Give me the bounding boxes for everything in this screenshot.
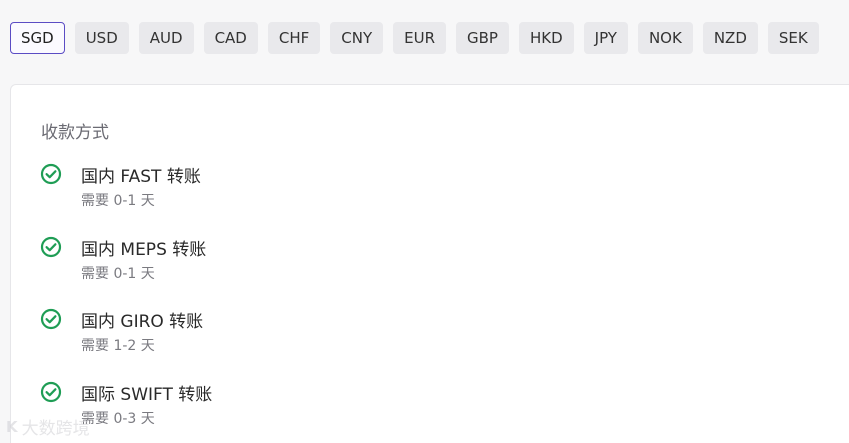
currency-tab-nok[interactable]: NOK [637,22,693,54]
currency-tab-sgd[interactable]: SGD [10,22,65,54]
currency-tab-nzd[interactable]: NZD [702,22,758,54]
currency-tab-aud[interactable]: AUD [138,22,194,54]
section-title: 收款方式 [41,123,109,143]
currency-tab-usd[interactable]: USD [74,22,129,54]
watermark-logo-icon: K [6,417,18,436]
payment-method-name: 国际 SWIFT 转账 [81,385,213,405]
currency-tab-eur[interactable]: EUR [393,22,446,54]
currency-tab-gbp[interactable]: GBP [456,22,509,54]
check-circle-icon [40,381,62,403]
watermark: K 大数跨境 [6,414,90,440]
payment-method-duration: 需要 0-1 天 [81,266,155,282]
payment-method-name: 国内 MEPS 转账 [81,240,207,260]
watermark-text: 大数跨境 [21,419,90,439]
payment-method-duration: 需要 0-1 天 [81,193,155,209]
check-circle-icon [40,236,62,258]
currency-tab-jpy[interactable]: JPY [583,22,628,54]
currency-tab-cad[interactable]: CAD [203,22,258,54]
check-circle-icon [40,308,62,330]
payment-method-duration: 需要 0-3 天 [81,411,155,427]
payment-method-duration: 需要 1-2 天 [81,338,155,354]
check-circle-icon [40,163,62,185]
currency-tab-sek[interactable]: SEK [767,22,819,54]
payment-method-name: 国内 GIRO 转账 [81,312,204,332]
currency-tab-chf[interactable]: CHF [267,22,321,54]
page: SGD USD AUD CAD CHF CNY EUR GBP HKD JPY … [0,0,849,443]
payment-methods-card: 收款方式 国内 FAST 转账 需要 0-1 天 国内 MEPS 转账 需要 0… [10,84,849,443]
payment-method-name: 国内 FAST 转账 [81,167,201,187]
currency-tab-bar: SGD USD AUD CAD CHF CNY EUR GBP HKD JPY … [10,22,819,54]
currency-tab-cny[interactable]: CNY [330,22,384,54]
currency-tab-hkd[interactable]: HKD [518,22,574,54]
